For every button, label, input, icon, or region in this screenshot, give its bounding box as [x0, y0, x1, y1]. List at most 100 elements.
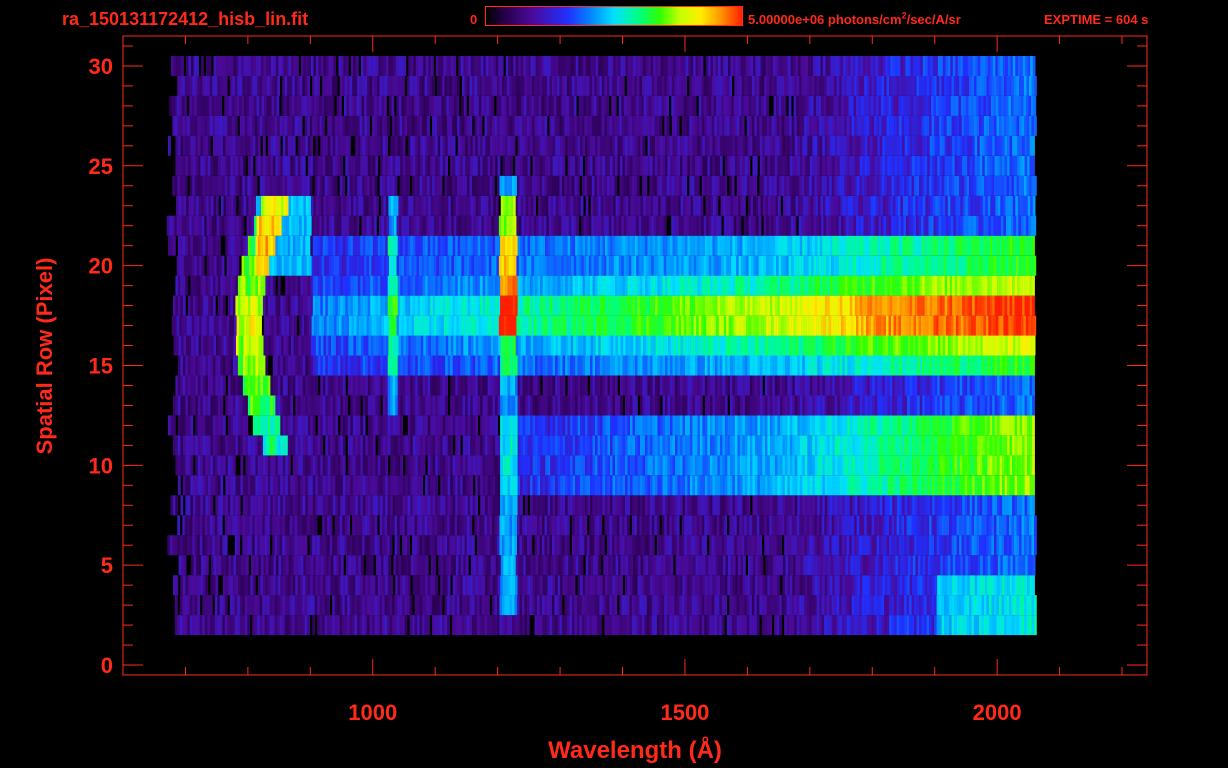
heatmap-cell [762, 435, 766, 456]
heatmap-cell [950, 555, 954, 576]
heatmap-cell [403, 335, 407, 356]
heatmap-cell [250, 355, 254, 376]
heatmap-cell [1007, 455, 1010, 476]
heatmap-cell [277, 535, 280, 556]
heatmap-cell [607, 395, 611, 416]
heatmap-cell [392, 455, 396, 476]
heatmap-cell [1027, 375, 1030, 396]
heatmap-cell [538, 335, 541, 356]
heatmap-cell [939, 435, 943, 456]
heatmap-cell [919, 495, 923, 516]
heatmap-cell [442, 475, 446, 496]
heatmap-cell [759, 495, 763, 516]
heatmap-cell [198, 335, 202, 356]
heatmap-cell [279, 515, 283, 536]
heatmap-cell [197, 595, 201, 616]
heatmap-cell [495, 415, 498, 436]
heatmap-cell [939, 415, 943, 436]
heatmap-cell [462, 575, 466, 596]
heatmap-cell [525, 435, 528, 456]
heatmap-cell [218, 555, 222, 576]
heatmap-cell [302, 395, 306, 416]
heatmap-cell [382, 595, 385, 616]
heatmap-cell [384, 595, 388, 616]
heatmap-cell [437, 515, 440, 536]
heatmap-cell [650, 375, 653, 396]
heatmap-cell [627, 475, 631, 496]
heatmap-cell [1004, 395, 1008, 416]
heatmap-cell [477, 475, 481, 496]
heatmap-cell [987, 435, 990, 456]
heatmap-cell [699, 455, 703, 476]
heatmap-cell [294, 515, 298, 536]
heatmap-cell [924, 535, 927, 556]
heatmap-cell [1002, 395, 1005, 416]
heatmap-cell [630, 415, 633, 436]
heatmap-cell [505, 435, 508, 456]
heatmap-cell [722, 435, 726, 456]
heatmap-cell [182, 615, 186, 636]
heatmap-cell [350, 495, 354, 516]
heatmap-cell [969, 595, 972, 616]
heatmap-cell [1029, 435, 1033, 456]
heatmap-cell [844, 355, 848, 376]
heatmap-cell [485, 395, 488, 416]
heatmap-cell [565, 415, 568, 436]
heatmap-cell [839, 415, 843, 436]
heatmap-cell [180, 495, 184, 516]
heatmap-cell [452, 595, 455, 616]
heatmap-cell [934, 475, 938, 496]
heatmap-cell [314, 515, 318, 536]
heatmap-cell [605, 355, 608, 376]
heatmap-cell [317, 495, 321, 516]
heatmap-cell [493, 335, 497, 356]
heatmap-cell [834, 575, 838, 596]
heatmap-cell [277, 395, 281, 416]
heatmap-cell [510, 555, 514, 576]
heatmap-cell [617, 495, 621, 516]
heatmap-cell [660, 415, 663, 436]
heatmap-cell [756, 595, 760, 616]
heatmap-cell [749, 475, 753, 496]
heatmap-cell [952, 575, 955, 596]
heatmap-cell [364, 535, 368, 556]
heatmap-cell [852, 455, 856, 476]
heatmap-cell [240, 575, 244, 596]
heatmap-cell [292, 355, 296, 376]
heatmap-cell [1004, 455, 1008, 476]
heatmap-cell [704, 475, 708, 496]
heatmap-cell [635, 455, 638, 476]
heatmap-cell [907, 455, 910, 476]
heatmap-cell [347, 355, 351, 376]
heatmap-cell [685, 575, 688, 596]
heatmap-cell [537, 595, 540, 616]
heatmap-cell [539, 595, 543, 616]
heatmap-cell [490, 495, 493, 516]
heatmap-cell [196, 555, 199, 576]
heatmap-cell [618, 335, 621, 356]
heatmap-cell [435, 375, 438, 396]
heatmap-cell [999, 475, 1003, 496]
heatmap-cell [483, 555, 487, 576]
heatmap-cell [652, 415, 656, 436]
heatmap-cell [522, 575, 526, 596]
heatmap-cell [552, 495, 556, 516]
heatmap-cell [857, 355, 861, 376]
heatmap-cell [992, 435, 995, 456]
heatmap-cell [894, 475, 898, 496]
heatmap-cell [197, 615, 201, 636]
heatmap-cell [614, 535, 618, 556]
heatmap-cell [405, 455, 408, 476]
heatmap-cell [485, 555, 489, 576]
heatmap-cell [322, 355, 326, 376]
heatmap-cell [630, 395, 633, 416]
heatmap-cell [485, 355, 488, 376]
heatmap-cell [887, 395, 891, 416]
heatmap-cell [834, 515, 837, 536]
heatmap-cell [837, 415, 841, 436]
heatmap-cell [605, 455, 608, 476]
heatmap-cell [784, 595, 787, 616]
heatmap-cell [485, 435, 488, 456]
heatmap-cell [304, 535, 308, 556]
heatmap-cell [814, 375, 818, 396]
